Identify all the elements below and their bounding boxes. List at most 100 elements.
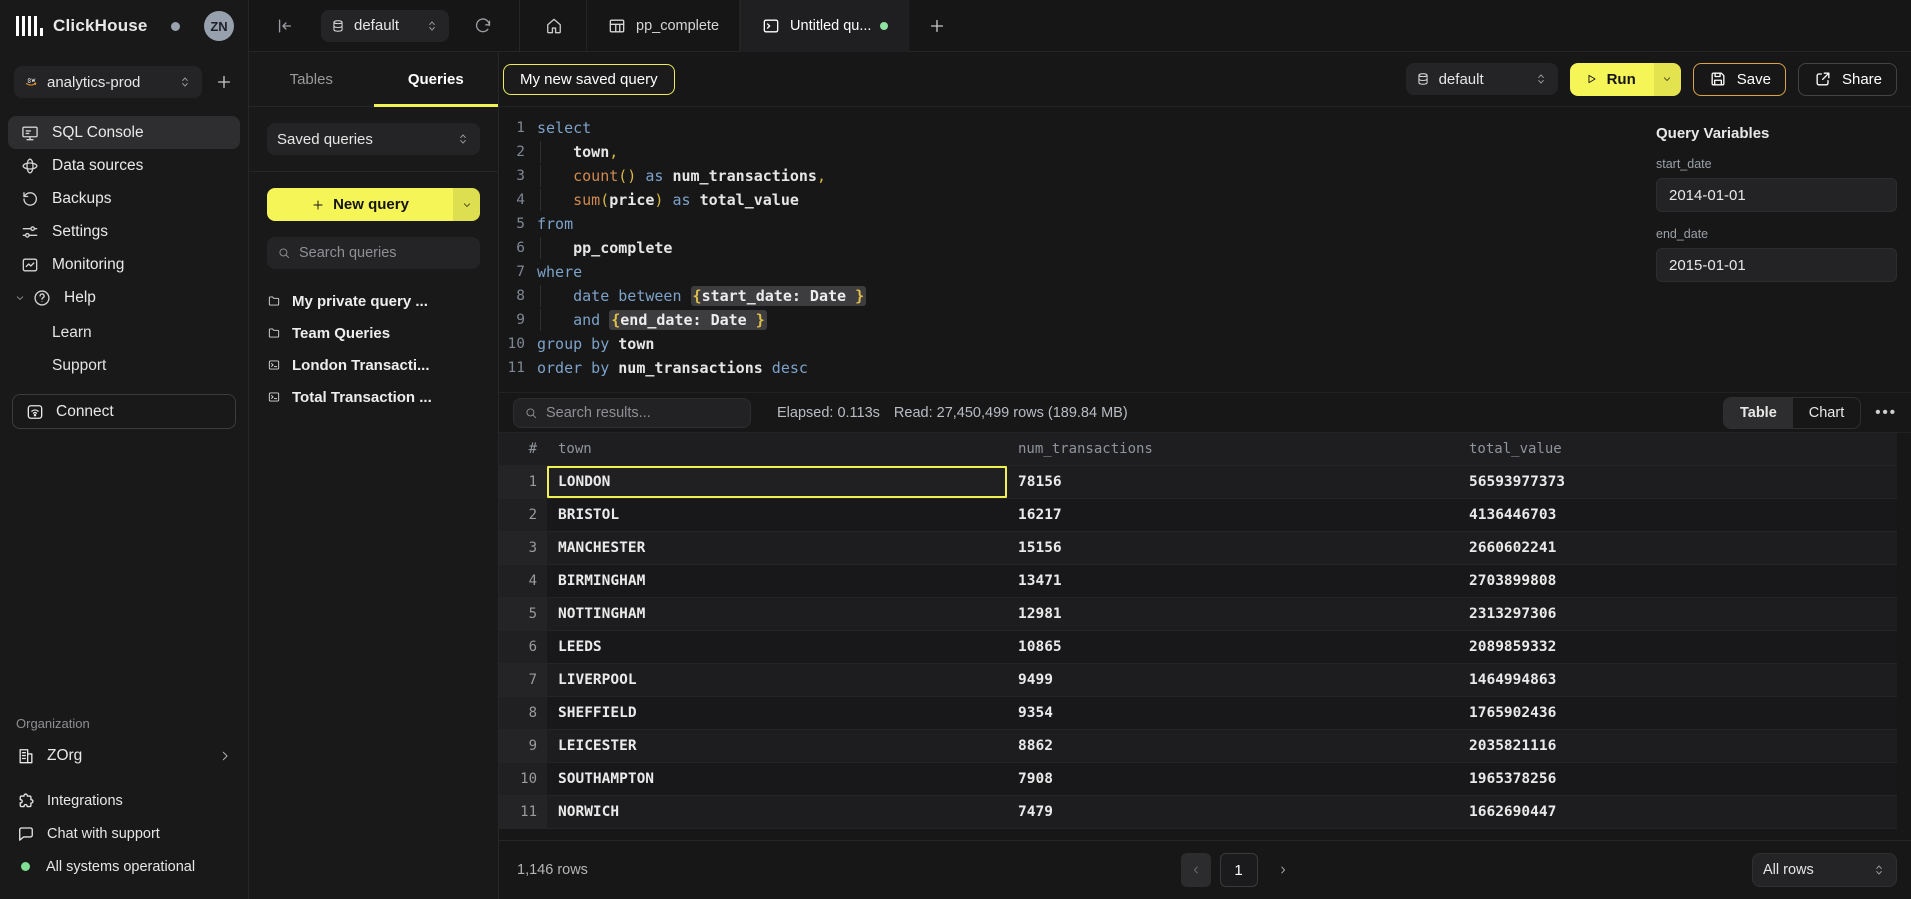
table-cell[interactable]: BIRMINGHAM bbox=[547, 565, 1007, 597]
share-button[interactable]: Share bbox=[1798, 63, 1897, 96]
saved-query-item-london-transacti[interactable]: London Transacti... bbox=[267, 349, 480, 381]
row-number-cell[interactable]: 7 bbox=[499, 664, 547, 696]
view-table-button[interactable]: Table bbox=[1724, 398, 1793, 428]
sidebar-subitem-support[interactable]: Support bbox=[8, 349, 240, 382]
table-cell[interactable]: 7479 bbox=[1007, 796, 1458, 828]
table-cell[interactable]: 78156 bbox=[1007, 466, 1458, 498]
table-cell[interactable]: 12981 bbox=[1007, 598, 1458, 630]
table-cell[interactable]: 2660602241 bbox=[1458, 532, 1897, 564]
new-query-dropdown-caret[interactable] bbox=[453, 188, 480, 221]
refresh-icon[interactable] bbox=[473, 16, 493, 36]
results-search-input[interactable] bbox=[546, 405, 740, 421]
new-tab-plus-icon[interactable] bbox=[927, 16, 947, 36]
tab-tables[interactable]: Tables bbox=[249, 52, 374, 106]
table-cell[interactable]: LEICESTER bbox=[547, 730, 1007, 762]
sidebar-subitem-learn[interactable]: Learn bbox=[8, 316, 240, 349]
table-cell[interactable]: 16217 bbox=[1007, 499, 1458, 531]
column-header-num-transactions[interactable]: num_transactions bbox=[1007, 433, 1458, 465]
row-number-cell[interactable]: 1 bbox=[499, 466, 547, 498]
table-cell[interactable]: 10865 bbox=[1007, 631, 1458, 663]
results-search[interactable] bbox=[513, 398, 751, 428]
table-cell[interactable]: SOUTHAMPTON bbox=[547, 763, 1007, 795]
tab-untitled-query[interactable]: Untitled qu... bbox=[740, 0, 909, 52]
table-cell[interactable]: 2089859332 bbox=[1458, 631, 1897, 663]
next-page-button[interactable] bbox=[1277, 864, 1289, 876]
more-options-icon[interactable]: ••• bbox=[1875, 404, 1897, 421]
saved-queries-filter[interactable]: Saved queries bbox=[267, 123, 480, 155]
table-cell[interactable]: 1965378256 bbox=[1458, 763, 1897, 795]
sql-editor[interactable]: 1select2 town,3 count() as num_transacti… bbox=[499, 107, 1911, 393]
saved-query-item-my-private-query[interactable]: My private query ... bbox=[267, 285, 480, 317]
home-icon[interactable] bbox=[544, 16, 564, 36]
run-dropdown-caret[interactable] bbox=[1654, 63, 1681, 96]
table-cell[interactable]: NOTTINGHAM bbox=[547, 598, 1007, 630]
row-number-cell[interactable]: 8 bbox=[499, 697, 547, 729]
sidebar-footer-all-systems-operational[interactable]: All systems operational bbox=[16, 854, 232, 879]
row-number-cell[interactable]: 6 bbox=[499, 631, 547, 663]
table-cell[interactable]: 1662690447 bbox=[1458, 796, 1897, 828]
add-service-plus-icon[interactable] bbox=[212, 72, 236, 92]
run-database-selector[interactable]: default bbox=[1406, 63, 1558, 95]
end-date-input[interactable] bbox=[1656, 248, 1897, 282]
table-cell[interactable]: LIVERPOOL bbox=[547, 664, 1007, 696]
tab-queries[interactable]: Queries bbox=[374, 52, 499, 106]
sidebar-item-settings[interactable]: Settings bbox=[8, 215, 240, 248]
row-number-cell[interactable]: 10 bbox=[499, 763, 547, 795]
sidebar-footer-chat-with-support[interactable]: Chat with support bbox=[16, 821, 232, 846]
page-size-selector[interactable]: All rows bbox=[1752, 853, 1897, 887]
service-selector[interactable]: analytics-prod bbox=[14, 66, 202, 98]
column-header-row-number[interactable]: # bbox=[499, 433, 547, 465]
saved-query-chip[interactable]: My new saved query bbox=[503, 64, 675, 95]
table-cell[interactable]: 2035821116 bbox=[1458, 730, 1897, 762]
connect-button[interactable]: Connect bbox=[12, 394, 236, 429]
database-selector[interactable]: default bbox=[321, 10, 449, 42]
sidebar-item-backups[interactable]: Backups bbox=[8, 182, 240, 215]
table-cell[interactable]: 2703899808 bbox=[1458, 565, 1897, 597]
table-cell[interactable]: 7908 bbox=[1007, 763, 1458, 795]
query-parameter[interactable]: {start_date: Date } bbox=[691, 286, 867, 306]
row-number-cell[interactable]: 11 bbox=[499, 796, 547, 828]
run-button[interactable]: Run bbox=[1570, 63, 1681, 96]
row-number-cell[interactable]: 9 bbox=[499, 730, 547, 762]
row-number-cell[interactable]: 5 bbox=[499, 598, 547, 630]
table-cell[interactable]: SHEFFIELD bbox=[547, 697, 1007, 729]
start-date-input[interactable] bbox=[1656, 178, 1897, 212]
saved-query-item-total-transaction[interactable]: Total Transaction ... bbox=[267, 381, 480, 413]
table-cell[interactable]: 9354 bbox=[1007, 697, 1458, 729]
query-search[interactable] bbox=[267, 237, 480, 269]
previous-page-button[interactable] bbox=[1181, 853, 1211, 887]
new-query-button[interactable]: New query bbox=[267, 188, 480, 221]
tab-pp-complete[interactable]: pp_complete bbox=[586, 0, 740, 52]
table-cell[interactable]: 56593977373 bbox=[1458, 466, 1897, 498]
sidebar-item-help[interactable]: Help bbox=[8, 281, 240, 314]
table-cell[interactable]: 15156 bbox=[1007, 532, 1458, 564]
saved-query-item-team-queries[interactable]: Team Queries bbox=[267, 317, 480, 349]
table-cell[interactable]: BRISTOL bbox=[547, 499, 1007, 531]
query-parameter[interactable]: {end_date: Date } bbox=[609, 310, 767, 330]
table-cell[interactable]: 13471 bbox=[1007, 565, 1458, 597]
query-search-input[interactable] bbox=[299, 245, 470, 261]
table-cell[interactable]: 1765902436 bbox=[1458, 697, 1897, 729]
table-cell[interactable]: 9499 bbox=[1007, 664, 1458, 696]
view-chart-button[interactable]: Chart bbox=[1793, 398, 1860, 428]
organization-switcher[interactable]: ZOrg bbox=[16, 746, 232, 766]
table-cell[interactable]: MANCHESTER bbox=[547, 532, 1007, 564]
sidebar-item-monitoring[interactable]: Monitoring bbox=[8, 248, 240, 281]
table-cell[interactable]: LONDON bbox=[547, 466, 1007, 498]
table-cell[interactable]: NORWICH bbox=[547, 796, 1007, 828]
collapse-back-icon[interactable] bbox=[275, 16, 295, 36]
save-button[interactable]: Save bbox=[1693, 63, 1786, 96]
row-number-cell[interactable]: 3 bbox=[499, 532, 547, 564]
table-cell[interactable]: 1464994863 bbox=[1458, 664, 1897, 696]
user-avatar[interactable]: ZN bbox=[204, 11, 234, 41]
column-header-total-value[interactable]: total_value bbox=[1458, 433, 1897, 465]
row-number-cell[interactable]: 2 bbox=[499, 499, 547, 531]
table-cell[interactable]: LEEDS bbox=[547, 631, 1007, 663]
table-cell[interactable]: 8862 bbox=[1007, 730, 1458, 762]
table-cell[interactable]: 2313297306 bbox=[1458, 598, 1897, 630]
sidebar-item-sql-console[interactable]: SQL Console bbox=[8, 116, 240, 149]
table-cell[interactable]: 4136446703 bbox=[1458, 499, 1897, 531]
column-header-town[interactable]: town bbox=[547, 433, 1007, 465]
sidebar-footer-integrations[interactable]: Integrations bbox=[16, 788, 232, 813]
sidebar-item-data-sources[interactable]: Data sources bbox=[8, 149, 240, 182]
